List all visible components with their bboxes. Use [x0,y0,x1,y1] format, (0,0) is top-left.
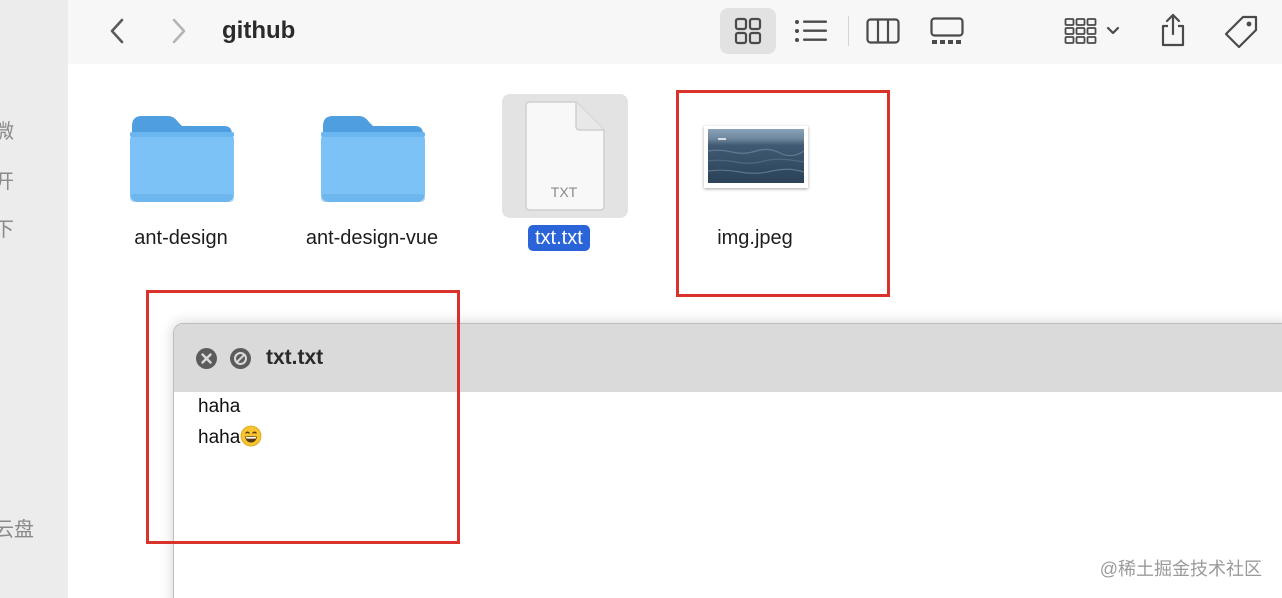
tag-button[interactable] [1218,10,1264,54]
sidebar-item-label[interactable]: 云盘 [0,520,34,540]
list-view-icon [795,20,827,42]
icon-view-button[interactable] [720,8,776,54]
file-item-ant-design[interactable] [128,112,236,204]
folder-icon [321,116,425,202]
file-type-badge: TXT [550,184,578,200]
sidebar-item-label[interactable]: 下 [0,220,14,240]
tag-icon [1224,15,1258,49]
chevron-down-icon [1106,26,1120,35]
icon-view-icon [734,17,762,45]
file-item-ant-design-vue[interactable] [319,112,427,204]
toolbar-divider [848,16,849,46]
folder-icon [130,116,234,202]
gallery-view-icon [930,17,964,44]
share-icon [1161,13,1185,47]
column-view-icon [866,18,900,44]
annotation-box-text [146,290,460,544]
finder-window: 微 开 下 云盘 github ant-design ant-design-vu… [0,0,1282,598]
sidebar-item-label[interactable]: 开 [0,172,14,192]
sidebar-item-label[interactable]: 微 [0,122,14,142]
column-view-button[interactable] [860,12,906,50]
file-label-selected[interactable]: txt.txt [528,225,590,251]
group-by-button[interactable] [1056,12,1128,50]
group-by-icon [1064,18,1097,44]
back-button[interactable] [100,14,134,48]
share-button[interactable] [1150,8,1196,52]
file-label[interactable]: ant-design [116,226,246,250]
forward-button[interactable] [162,14,196,48]
file-label[interactable]: ant-design-vue [286,226,458,250]
watermark: @稀土掘金技术社区 [1099,559,1262,579]
chevron-right-icon [172,18,186,44]
chevron-left-icon [110,18,124,44]
list-view-button[interactable] [786,12,836,50]
annotation-box-image [676,90,890,297]
gallery-view-button[interactable] [922,12,972,50]
sidebar: 微 开 下 云盘 [0,0,68,598]
folder-title: github [222,17,296,44]
